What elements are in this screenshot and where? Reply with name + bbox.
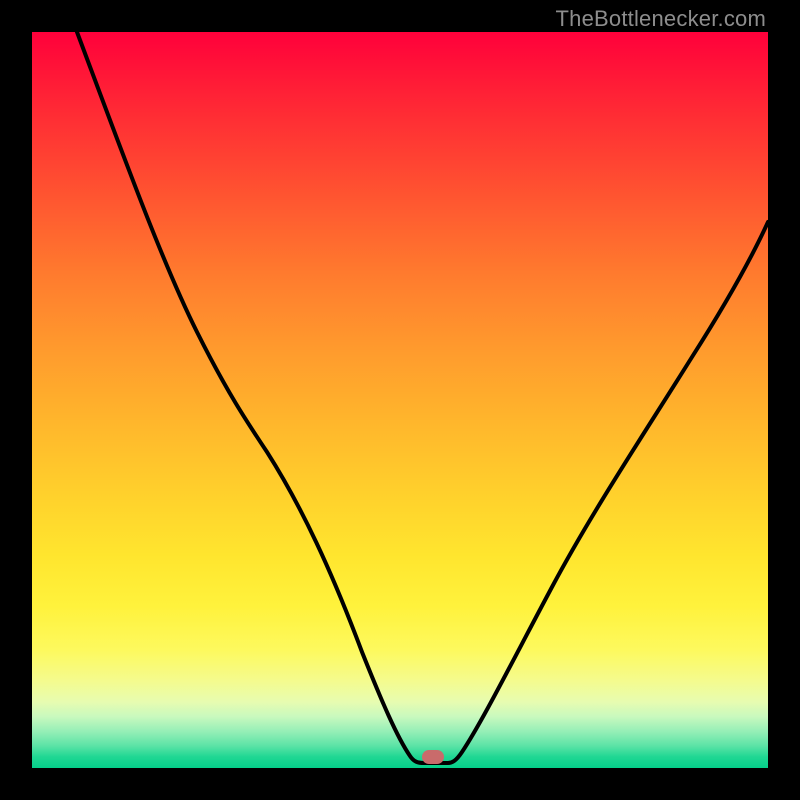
bottleneck-marker bbox=[422, 750, 444, 764]
watermark-text: TheBottlenecker.com bbox=[556, 6, 766, 32]
plot-area bbox=[32, 32, 768, 768]
bottleneck-curve-path bbox=[77, 32, 768, 763]
chart-frame: TheBottlenecker.com bbox=[0, 0, 800, 800]
bottleneck-curve bbox=[32, 32, 768, 768]
